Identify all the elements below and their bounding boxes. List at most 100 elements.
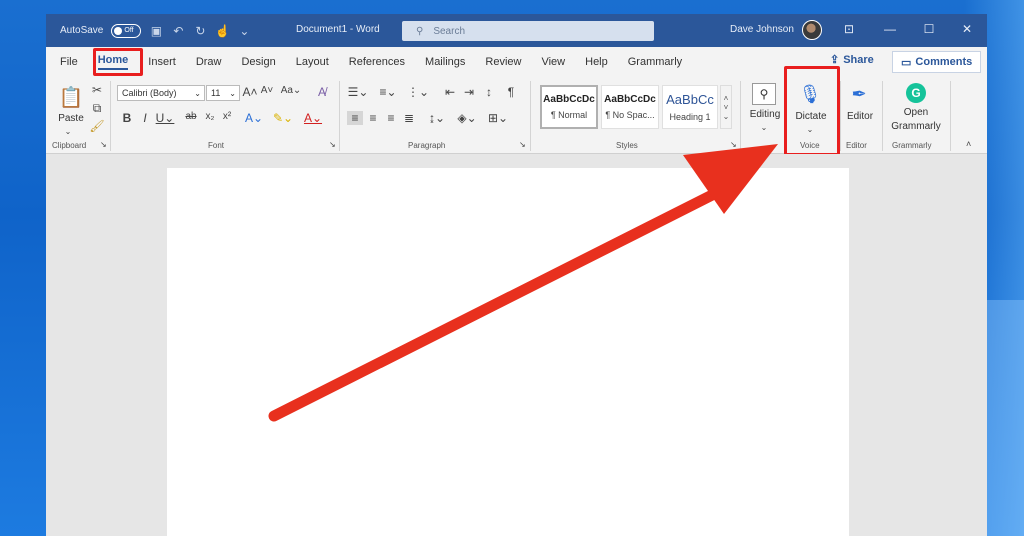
highlight-color-icon[interactable]: ✎⌄	[272, 111, 294, 125]
dictate-label[interactable]: Dictate	[790, 111, 832, 122]
touch-mode-icon[interactable]: ☝	[215, 24, 230, 38]
decrease-indent-icon[interactable]: ⇤	[443, 85, 457, 99]
sort-icon[interactable]: ↕	[482, 85, 496, 99]
maximize-icon[interactable]: ☐	[921, 22, 937, 36]
styles-group-label: Styles	[616, 141, 638, 150]
font-name-select[interactable]: Calibri (Body) ⌄	[117, 85, 205, 101]
multilevel-list-icon[interactable]: ⋮⌄	[407, 85, 429, 99]
document-canvas	[46, 154, 987, 536]
paste-label: Paste	[58, 113, 84, 124]
style-name: Heading 1	[669, 112, 711, 122]
underline-button[interactable]: U⌄	[156, 111, 175, 125]
font-launcher-icon[interactable]: ↘	[329, 140, 336, 149]
microphone-icon[interactable]: 🎙	[798, 81, 822, 107]
search-input[interactable]: ⚲ Search	[402, 21, 654, 41]
user-name[interactable]: Dave Johnson	[730, 24, 794, 35]
share-label: Share	[843, 53, 874, 66]
document-page[interactable]	[167, 168, 849, 536]
align-left-icon[interactable]: ≡	[347, 111, 363, 125]
comments-button[interactable]: ▭ Comments	[892, 51, 982, 73]
divider	[740, 81, 741, 151]
collapse-ribbon-icon[interactable]: ˄	[966, 139, 971, 149]
clipboard-icon: 📋	[58, 86, 84, 109]
word-window: AutoSave Off ▣ ↶ ↻ ☝ ⌄ Document1 - Word …	[46, 14, 987, 536]
tab-references[interactable]: References	[349, 56, 405, 68]
chevron-down-icon[interactable]: ⌄	[758, 123, 770, 132]
format-painter-icon[interactable]: 🖌	[89, 119, 104, 133]
justify-icon[interactable]: ≣	[402, 111, 416, 125]
style-sample: AaBbCcDc	[604, 94, 656, 105]
style-no-spacing[interactable]: AaBbCcDc ¶ No Spac...	[601, 85, 659, 129]
font-size-select[interactable]: 11 ⌄	[206, 85, 240, 101]
save-icon[interactable]: ▣	[149, 24, 163, 38]
divider	[950, 81, 951, 151]
cut-icon[interactable]: ✂	[90, 83, 104, 97]
editor-label[interactable]: Editor	[842, 111, 878, 122]
text-effects-icon[interactable]: A⌄	[243, 111, 265, 125]
bullets-icon[interactable]: ☰⌄	[347, 85, 369, 99]
align-center-icon[interactable]: ≡	[366, 111, 380, 125]
bold-button[interactable]: B	[121, 111, 133, 125]
editing-label[interactable]: Editing	[746, 109, 784, 120]
borders-icon[interactable]: ⊞⌄	[484, 111, 512, 125]
font-color-icon[interactable]: A⌄	[302, 111, 324, 125]
tab-review[interactable]: Review	[485, 56, 521, 68]
avatar[interactable]	[802, 20, 822, 40]
paste-dropdown-icon[interactable]: ⌄	[60, 127, 76, 136]
editor-pen-icon[interactable]: ✒	[846, 81, 872, 107]
share-button[interactable]: ⇪ Share	[830, 53, 874, 67]
style-heading-1[interactable]: AaBbCc Heading 1	[662, 85, 718, 129]
undo-icon[interactable]: ↶	[171, 24, 185, 38]
redo-icon[interactable]: ↻	[193, 24, 207, 38]
open-grammarly-label-2[interactable]: Grammarly	[888, 121, 944, 132]
subscript-button[interactable]: x₂	[204, 111, 216, 122]
tab-draw[interactable]: Draw	[196, 56, 222, 68]
find-icon[interactable]: ⚲	[752, 83, 776, 105]
ribbon-tabs: File Home Insert Draw Design Layout Refe…	[46, 47, 987, 77]
clipboard-launcher-icon[interactable]: ↘	[100, 140, 107, 149]
close-icon[interactable]: ✕	[959, 22, 975, 36]
tab-layout[interactable]: Layout	[296, 56, 329, 68]
shading-icon[interactable]: ◈⌄	[456, 111, 478, 125]
customize-toolbar-icon[interactable]: ⌄	[237, 24, 251, 38]
italic-button[interactable]: I	[139, 111, 151, 125]
tab-file[interactable]: File	[60, 56, 78, 68]
copy-icon[interactable]: ⧉	[90, 101, 104, 116]
chevron-down-icon[interactable]: ⌄	[804, 125, 816, 134]
style-normal[interactable]: AaBbCcDc ¶ Normal	[540, 85, 598, 129]
tab-view[interactable]: View	[541, 56, 565, 68]
grammarly-icon[interactable]: G	[906, 83, 926, 103]
increase-indent-icon[interactable]: ⇥	[462, 85, 476, 99]
show-formatting-icon[interactable]: ¶	[504, 85, 518, 99]
clipboard-group-label: Clipboard	[52, 141, 87, 150]
tab-mailings[interactable]: Mailings	[425, 56, 465, 68]
desktop-background-pane	[984, 300, 1024, 536]
paste-button[interactable]: 📋	[56, 83, 86, 111]
font-group-label: Font	[208, 141, 225, 150]
ribbon-display-icon[interactable]: ⊡	[841, 22, 857, 36]
superscript-button[interactable]: x²	[221, 111, 233, 122]
tab-design[interactable]: Design	[241, 56, 275, 68]
chevron-up-icon: ˄	[723, 93, 729, 103]
clear-formatting-icon[interactable]: A̸	[314, 85, 330, 99]
line-spacing-icon[interactable]: ↨⌄	[426, 111, 448, 125]
divider	[339, 81, 340, 151]
numbering-icon[interactable]: ≡⌄	[377, 85, 399, 99]
autosave-toggle[interactable]: Off	[111, 23, 142, 38]
chevron-down-icon: ˅	[723, 102, 729, 112]
styles-scroll[interactable]: ˄ ˅ ⌄	[720, 85, 732, 129]
tab-grammarly[interactable]: Grammarly	[628, 56, 682, 68]
style-name: ¶ Normal	[550, 110, 588, 120]
strikethrough-button[interactable]: ab	[184, 111, 198, 122]
tab-insert[interactable]: Insert	[148, 56, 176, 68]
paragraph-launcher-icon[interactable]: ↘	[519, 140, 526, 149]
change-case-icon[interactable]: Aa⌄	[280, 85, 302, 96]
styles-launcher-icon[interactable]: ↘	[730, 140, 737, 149]
grow-font-icon[interactable]: A˄	[243, 85, 258, 99]
divider	[882, 81, 883, 151]
tab-help[interactable]: Help	[585, 56, 608, 68]
shrink-font-icon[interactable]: A˅	[260, 85, 274, 96]
minimize-icon[interactable]: —	[882, 22, 898, 36]
open-grammarly-label[interactable]: Open	[888, 107, 944, 118]
align-right-icon[interactable]: ≡	[384, 111, 398, 125]
